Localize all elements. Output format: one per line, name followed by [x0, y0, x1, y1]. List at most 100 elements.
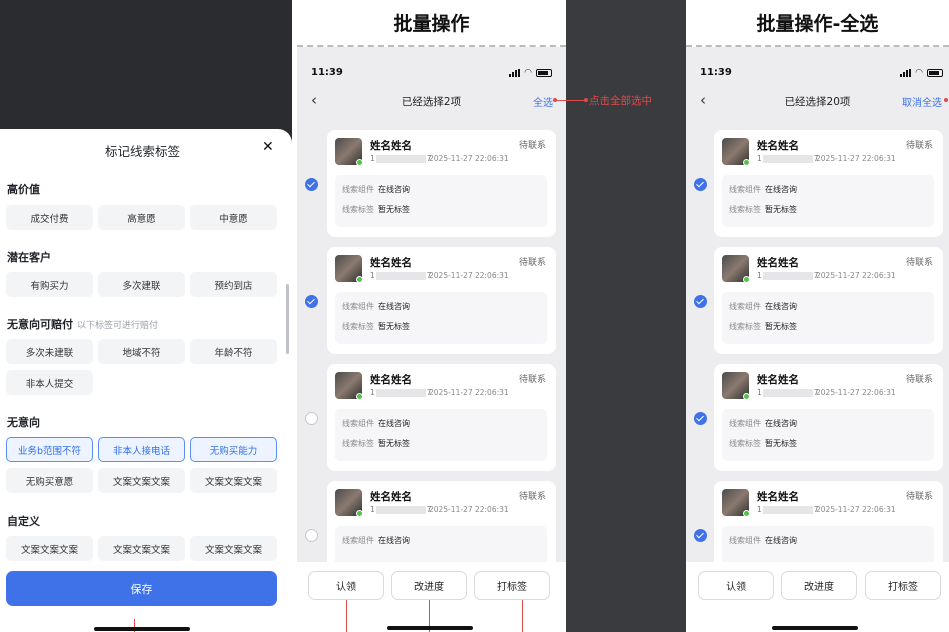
- annotation-arrow: [346, 600, 347, 632]
- tag-button[interactable]: 打标签: [865, 571, 941, 600]
- deselect-all-button[interactable]: 取消全选: [902, 94, 942, 109]
- lead-status: 待联系: [905, 141, 933, 151]
- home-indicator: [94, 627, 190, 631]
- change-progress-button[interactable]: 改进度: [391, 571, 467, 600]
- close-icon[interactable]: ✕: [262, 139, 274, 155]
- nav-bar: ‹ 已经选择2项 全选: [297, 88, 566, 114]
- row-checkbox[interactable]: [694, 412, 707, 425]
- online-dot-icon: [356, 510, 363, 517]
- row-checkbox[interactable]: [305, 295, 318, 308]
- annotation-select-all: 点击全部选中: [589, 95, 652, 107]
- selection-count: 已经选择2项: [401, 96, 462, 108]
- tag-option[interactable]: 无购买意愿: [6, 468, 93, 493]
- online-dot-icon: [743, 393, 750, 400]
- tag-option[interactable]: 多次未建联: [6, 339, 93, 364]
- status-bar: 11:39 ◠: [297, 60, 566, 84]
- sheet-title: 标记线索标签: [104, 144, 180, 159]
- lead-card[interactable]: 姓名姓名 待联系 17 2025-11-27 22:06:31 线索组件 在线咨询…: [714, 364, 943, 471]
- row-checkbox[interactable]: [694, 529, 707, 542]
- lead-component: 线索组件 在线咨询: [342, 302, 410, 311]
- row-checkbox[interactable]: [694, 295, 707, 308]
- lead-tag: 线索标签 暂无标签: [729, 205, 797, 214]
- tag-option[interactable]: 文案文案文案: [98, 536, 185, 561]
- lead-phone: 17: [757, 154, 819, 163]
- tag-option[interactable]: 非本人提交: [6, 370, 93, 395]
- row-checkbox[interactable]: [305, 412, 318, 425]
- lead-phone: 17: [370, 388, 432, 397]
- tag-option[interactable]: 高意愿: [98, 205, 185, 230]
- claim-button[interactable]: 认领: [698, 571, 774, 600]
- lead-card[interactable]: 姓名姓名 待联系 17 2025-11-27 22:06:31 线索组件 在线咨询…: [327, 130, 556, 237]
- lead-date: 2025-11-27 22:06:31: [429, 154, 509, 163]
- lead-card[interactable]: 姓名姓名 待联系 17 2025-11-27 22:06:31 线索组件 在线咨询…: [327, 247, 556, 354]
- tag-button[interactable]: 打标签: [474, 571, 550, 600]
- status-icons: ◠: [900, 68, 943, 78]
- tag-option[interactable]: 多次建联: [98, 272, 185, 297]
- scrollbar-thumb[interactable]: [286, 284, 289, 354]
- lead-date: 2025-11-27 22:06:31: [816, 505, 896, 514]
- batch-panel-all: 批量操作-全选 11:39 ◠ ‹ 已经选择20项 取消全选 姓名姓名 待联系 …: [686, 0, 949, 632]
- row-checkbox[interactable]: [305, 178, 318, 191]
- tag-option[interactable]: 预约到店: [190, 272, 277, 297]
- lead-name: 姓名姓名: [757, 491, 799, 503]
- tag-option-selected[interactable]: 非本人接电话: [98, 437, 185, 462]
- save-button[interactable]: 保存: [6, 571, 277, 606]
- lead-name: 姓名姓名: [370, 257, 412, 269]
- tag-option[interactable]: 文案文案文案: [6, 536, 93, 561]
- lead-card[interactable]: 姓名姓名 待联系 17 2025-11-27 22:06:31 线索组件 在线咨询…: [327, 364, 556, 471]
- lead-phone: 17: [370, 505, 432, 514]
- lead-component: 线索组件 在线咨询: [342, 185, 410, 194]
- tag-option-selected[interactable]: 业务b范围不符: [6, 437, 93, 462]
- tag-option[interactable]: 有购买力: [6, 272, 93, 297]
- lead-info: 线索组件 在线咨询 线索标签 暂无标签: [722, 409, 934, 461]
- lead-tag: 线索标签 暂无标签: [342, 322, 410, 331]
- row-checkbox[interactable]: [305, 529, 318, 542]
- online-dot-icon: [356, 393, 363, 400]
- status-bar: 11:39 ◠: [686, 60, 949, 84]
- lead-status: 待联系: [518, 141, 546, 151]
- tag-option[interactable]: 文案文案文案: [98, 468, 185, 493]
- claim-button[interactable]: 认领: [308, 571, 384, 600]
- annotation-line: [556, 100, 586, 101]
- tag-option[interactable]: 地域不符: [98, 339, 185, 364]
- change-progress-button[interactable]: 改进度: [781, 571, 857, 600]
- status-icons: ◠: [509, 68, 552, 78]
- lead-status: 待联系: [905, 375, 933, 385]
- online-dot-icon: [743, 159, 750, 166]
- section-title-potential: 潜在客户: [7, 251, 51, 264]
- lead-status: 待联系: [905, 258, 933, 268]
- signal-icon: [900, 69, 912, 77]
- tag-option[interactable]: 年龄不符: [190, 339, 277, 364]
- lead-card[interactable]: 姓名姓名 待联系 17 2025-11-27 22:06:31 线索组件 在线咨询…: [714, 247, 943, 354]
- lead-date: 2025-11-27 22:06:31: [429, 505, 509, 514]
- batch-panel-partial: 批量操作 11:39 ◠ ‹ 已经选择2项 全选 姓名姓名 待联系 17 202…: [297, 0, 566, 632]
- lead-name: 姓名姓名: [370, 491, 412, 503]
- lead-tag: 线索标签 暂无标签: [342, 439, 410, 448]
- select-all-button[interactable]: 全选: [533, 94, 553, 109]
- lead-component: 线索组件 在线咨询: [729, 302, 797, 311]
- online-dot-icon: [356, 276, 363, 283]
- lead-card[interactable]: 姓名姓名 待联系 17 2025-11-27 22:06:31 线索组件 在线咨询…: [714, 130, 943, 237]
- lead-phone: 17: [757, 271, 819, 280]
- tag-option[interactable]: 中意愿: [190, 205, 277, 230]
- annotation-dot: [944, 98, 948, 102]
- tag-option[interactable]: 文案文案文案: [190, 536, 277, 561]
- lead-phone: 17: [757, 505, 819, 514]
- online-dot-icon: [743, 510, 750, 517]
- tag-option-selected[interactable]: 无购买能力: [190, 437, 277, 462]
- lead-name: 姓名姓名: [370, 140, 412, 152]
- lead-status: 待联系: [518, 375, 546, 385]
- lead-date: 2025-11-27 22:06:31: [429, 388, 509, 397]
- lead-component: 线索组件 在线咨询: [729, 536, 797, 545]
- status-time: 11:39: [700, 67, 732, 78]
- row-checkbox[interactable]: [694, 178, 707, 191]
- bottom-action-bar: 认领 改进度 打标签: [297, 562, 566, 632]
- tag-option[interactable]: 文案文案文案: [190, 468, 277, 493]
- panel-banner: 批量操作-全选: [686, 0, 949, 47]
- section-subtitle: 以下标签可进行赔付: [77, 321, 159, 331]
- lead-tag: 线索标签 暂无标签: [729, 322, 797, 331]
- lead-date: 2025-11-27 22:06:31: [816, 271, 896, 280]
- lead-date: 2025-11-27 22:06:31: [429, 271, 509, 280]
- lead-component: 线索组件 在线咨询: [729, 185, 797, 194]
- tag-option[interactable]: 成交付费: [6, 205, 93, 230]
